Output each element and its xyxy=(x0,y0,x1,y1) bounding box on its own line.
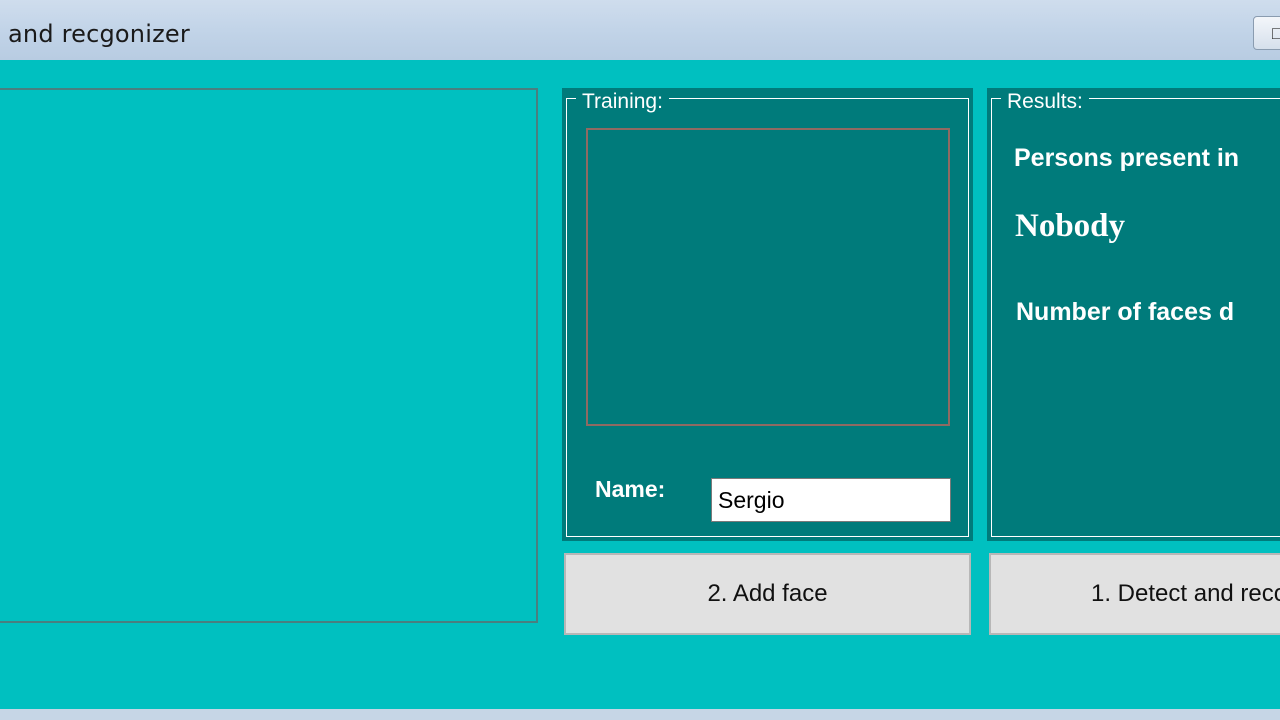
window-title: and recgonizer xyxy=(8,20,190,48)
camera-image-box xyxy=(0,88,538,623)
detect-recognize-button[interactable]: 1. Detect and reco xyxy=(989,553,1280,635)
training-group: Training: Name: xyxy=(562,88,973,541)
window-control-button[interactable]: □ xyxy=(1253,16,1280,50)
maximize-icon: □ xyxy=(1272,23,1280,43)
persons-present-label: Persons present in xyxy=(1014,144,1240,172)
name-label: Name: xyxy=(595,476,666,502)
results-group-legend: Results: xyxy=(1001,90,1089,114)
persons-present-value: Nobody xyxy=(1015,208,1126,244)
name-input[interactable] xyxy=(711,478,951,522)
training-group-legend: Training: xyxy=(576,90,669,114)
faces-detected-label: Number of faces d xyxy=(1016,298,1235,326)
trained-face-preview xyxy=(586,128,950,426)
add-face-button[interactable]: 2. Add face xyxy=(564,553,971,635)
results-group: Results: Persons present in Nobody Numbe… xyxy=(987,88,1280,541)
title-bar: and recgonizer □ xyxy=(0,0,1280,60)
window-bottom-border xyxy=(0,709,1280,720)
